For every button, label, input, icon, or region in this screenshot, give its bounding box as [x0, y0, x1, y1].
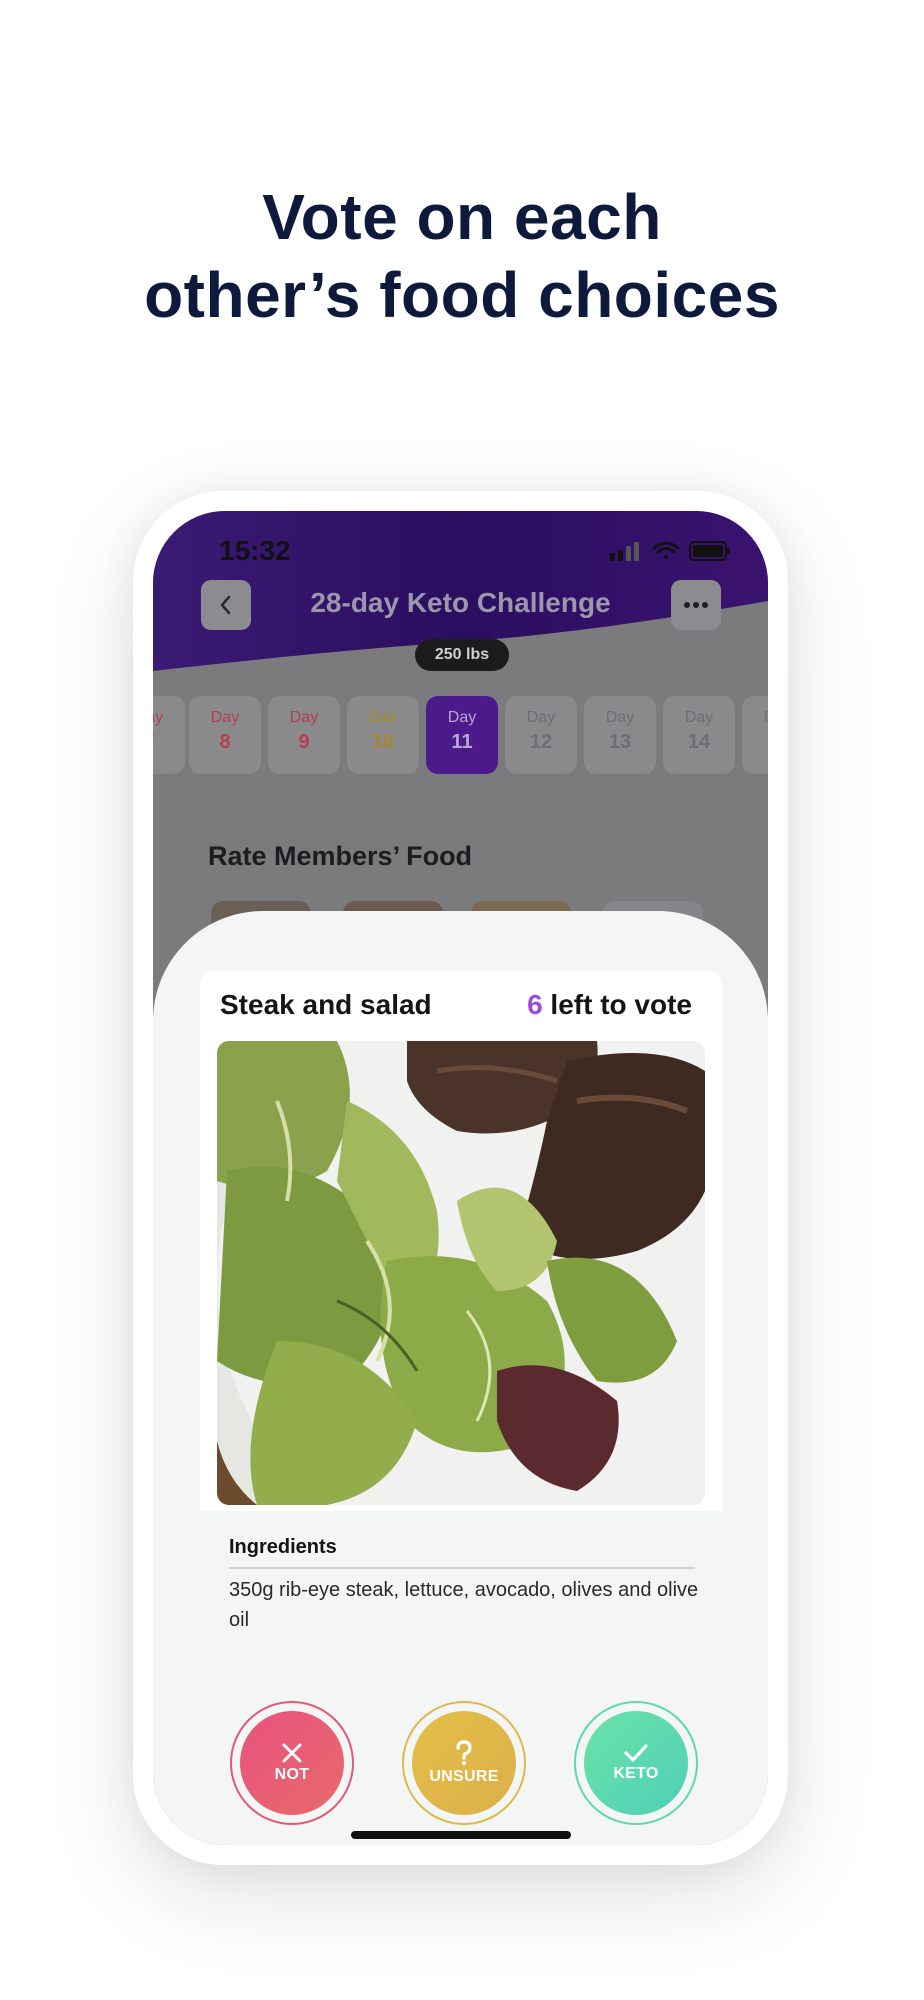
status-icons	[610, 539, 730, 568]
food-card: Steak and salad 6 left to vote	[200, 971, 722, 1511]
votes-remaining-count: 6	[527, 989, 543, 1020]
food-photo	[217, 1041, 705, 1505]
status-time: 15:32	[219, 535, 291, 566]
day-tab-13[interactable]: Day 13	[584, 696, 656, 774]
vote-unsure-label: UNSURE	[429, 1768, 499, 1785]
section-title: Rate Members’ Food	[208, 841, 473, 871]
battery-icon	[689, 541, 730, 561]
ingredients-text: 350g rib-eye steak, lettuce, avocado, ol…	[229, 1579, 699, 1631]
day-tab-label: Day	[153, 709, 164, 726]
day-tab-number: 12	[529, 731, 553, 753]
vote-unsure-button[interactable]: UNSURE	[402, 1701, 526, 1825]
vote-keto-label: KETO	[613, 1765, 659, 1782]
ingredients-title: Ingredients	[229, 1536, 337, 1558]
day-tab-label: Day	[742, 708, 768, 728]
headline-line-1: Vote on each	[262, 181, 662, 253]
day-tab-12[interactable]: Day 12	[505, 696, 577, 774]
phone-frame: 15:32 28-day Keto Challenge 250 lbs y Da…	[133, 491, 788, 1865]
question-icon	[456, 1740, 472, 1765]
x-icon	[282, 1743, 302, 1763]
day-tab-label: Day	[368, 709, 398, 726]
headline-line-2: other’s food choices	[144, 259, 780, 331]
more-options-button[interactable]	[671, 580, 721, 630]
vote-not-label: NOT	[274, 1766, 310, 1783]
day-tab-number: 14	[687, 731, 711, 753]
day-tab-number: 10	[371, 731, 395, 753]
check-icon	[624, 1744, 648, 1762]
day-tab-8[interactable]: Day 8	[189, 696, 261, 774]
headline: Vote on each other’s food choices	[0, 178, 924, 334]
challenge-title: 28-day Keto Challenge	[310, 587, 611, 618]
chevron-left-icon	[220, 595, 231, 615]
wifi-icon	[652, 541, 680, 559]
vote-keto-inner: KETO	[584, 1711, 688, 1815]
votes-remaining-label: left to vote	[542, 989, 692, 1020]
day-tab-label: Day	[447, 709, 477, 726]
vote-sheet: Steak and salad 6 left to vote Ingredien…	[153, 911, 768, 1845]
day-selector: Day 7 Day 8 Day 9 Day 10 Day 11 Day 12	[153, 696, 768, 776]
day-tab-number: 7	[153, 728, 185, 756]
phone-screen: 15:32 28-day Keto Challenge 250 lbs y Da…	[153, 511, 768, 1845]
day-tab-number: 11	[451, 731, 473, 753]
day-tab-9[interactable]: Day 9	[268, 696, 340, 774]
meal-name: Steak and salad	[220, 989, 432, 1020]
ingredients-divider	[229, 1567, 695, 1569]
day-tab-14[interactable]: Day 14	[663, 696, 735, 774]
votes-remaining: 6 left to vote	[527, 985, 692, 1025]
day-tab-number: 9	[298, 731, 310, 753]
vote-not-inner: NOT	[240, 1711, 344, 1815]
day-tab-label: Day	[526, 709, 556, 726]
signal-icon	[610, 542, 639, 561]
day-tab-label: Day	[605, 709, 635, 726]
day-tab-number: 15	[742, 728, 768, 756]
day-tab-number: 13	[608, 731, 632, 753]
back-button[interactable]	[201, 580, 251, 630]
weight-badge: 250 lbs	[415, 639, 509, 671]
day-tab-label: Day	[289, 709, 319, 726]
day-tab-7[interactable]: Day 7	[153, 696, 185, 774]
more-horizontal-icon	[684, 602, 708, 608]
vote-not-button[interactable]: NOT	[230, 1701, 354, 1825]
day-tab-number: 8	[219, 731, 231, 753]
day-tab-label: Day	[210, 709, 240, 726]
day-tab-15[interactable]: Day 15	[742, 696, 768, 774]
day-tab-10[interactable]: Day 10	[347, 696, 419, 774]
day-tab-label: Day	[684, 709, 714, 726]
vote-unsure-inner: UNSURE	[412, 1711, 516, 1815]
day-tab-11-selected[interactable]: Day 11	[426, 696, 498, 774]
home-indicator	[351, 1831, 571, 1839]
vote-keto-button[interactable]: KETO	[574, 1701, 698, 1825]
